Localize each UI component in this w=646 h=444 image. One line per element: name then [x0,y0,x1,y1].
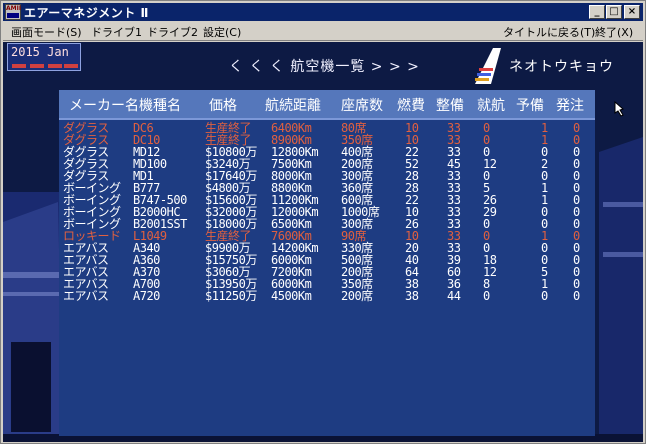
cell-range: 4500Km [271,289,312,303]
game-screen: 2015 Jan く く く 航空機一覧 > > > ネオトウキョウ メーカー名… [3,42,643,442]
menu-drive1[interactable]: ドライブ1 [91,24,142,40]
column-header-fuel[interactable]: 燃費 [397,95,425,115]
column-header-in-service[interactable]: 就航 [477,95,505,115]
close-button[interactable]: × [624,5,640,19]
cell-price: $11250万 [205,289,257,303]
column-header-price[interactable]: 価格 [209,95,237,115]
aircraft-table: ダグラス DC6 生産終了 6400Km 80席 10 33 0 1 0 ダグラス DC10 生産終了 8… [59,118,595,436]
date-display: 2015 Jan [7,43,81,71]
cell-spare: 0 [541,289,548,303]
cell-fuel: 38 [405,289,419,303]
column-header-range[interactable]: 航続距離 [265,95,321,115]
date-text: 2015 Jan [11,45,69,59]
menu-drive2[interactable]: ドライブ2 [147,24,198,40]
column-header-spare[interactable]: 予備 [516,95,544,115]
cell-model: A720 [133,289,160,303]
title-bar[interactable]: AMII エアーマネジメント Ⅱ _ □ × [3,3,643,21]
menu-exit[interactable]: 終了(X) [595,24,633,40]
date-indicator [64,64,78,68]
cell-maker: エアバス [63,289,109,303]
column-header-order[interactable]: 発注 [556,95,584,115]
menu-screen-mode[interactable]: 画面モード(S) [11,24,82,40]
app-icon-label: AMII [6,5,22,12]
aircraft-list-title: く く く 航空機一覧 > > > [229,59,420,75]
minimize-button[interactable]: _ [589,5,605,19]
aircraft-table-header: メーカー名 機種名 価格 航続距離 座席数 燃費 整備 就航 予備 発注 [59,90,595,118]
date-indicator [48,64,62,68]
column-header-seats[interactable]: 座席数 [341,95,383,115]
cell-seats: 200席 [341,289,373,303]
menu-bar: 画面モード(S) ドライブ1 ドライブ2 設定(C) タイトルに戻る(T) 終了… [3,21,643,41]
company-logo: ネオトウキョウ [471,46,639,86]
column-header-maintenance[interactable]: 整備 [436,95,464,115]
window-title: エアーマネジメント Ⅱ [24,6,149,20]
menu-settings[interactable]: 設定(C) [203,24,241,40]
cell-maintenance: 44 [447,289,461,303]
hand-cursor-icon [614,100,624,117]
date-indicator [12,64,26,68]
cell-in-service: 0 [483,289,490,303]
app-icon-screen [7,13,19,18]
tail-fin-icon [475,48,501,84]
app-icon[interactable]: AMII [5,4,21,20]
aircraft-row[interactable]: エアバス A720 $11250万 4500Km 200席 38 44 0 0 0 [59,290,595,302]
app-window: AMII エアーマネジメント Ⅱ _ □ × 画面モード(S) ドライブ1 ドラ… [0,0,646,444]
cell-order: 0 [573,289,580,303]
company-name: ネオトウキョウ [509,59,614,75]
date-indicator [30,64,44,68]
column-header-model[interactable]: 機種名 [139,95,181,115]
maximize-button[interactable]: □ [606,5,622,19]
menu-return-to-title[interactable]: タイトルに戻る(T) [503,24,595,40]
column-header-maker[interactable]: メーカー名 [69,95,139,115]
